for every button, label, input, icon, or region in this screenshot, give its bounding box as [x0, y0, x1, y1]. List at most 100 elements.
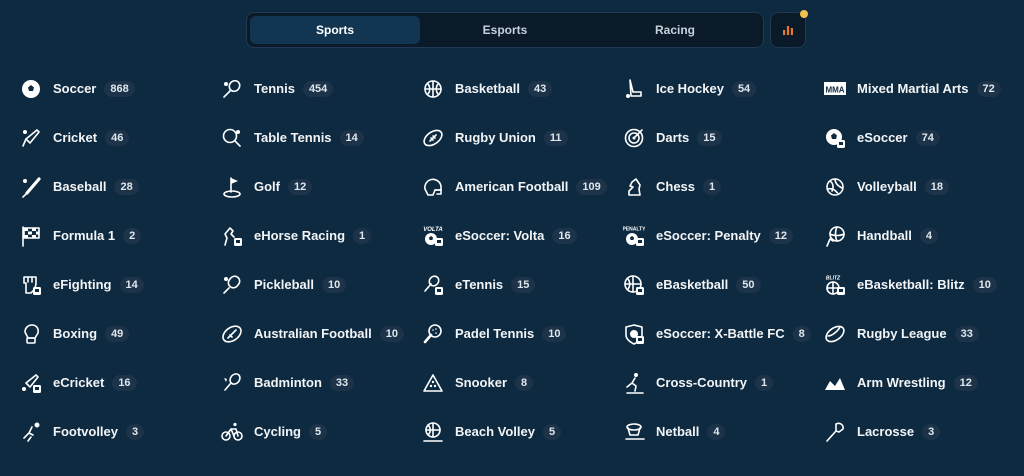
sport-item[interactable]: PENALTY eSoccer: Penalty 12 [623, 211, 824, 260]
sport-item[interactable]: Padel Tennis 10 [422, 309, 623, 358]
stats-button[interactable] [770, 10, 808, 48]
event-count-badge: 868 [104, 80, 135, 97]
boxing-glove-icon [20, 323, 42, 345]
svg-text:PENALTY: PENALTY [623, 226, 645, 232]
sport-item[interactable]: MMA Mixed Martial Arts 72 [824, 64, 1024, 113]
event-count-badge: 2 [123, 227, 142, 244]
sport-item[interactable]: Volleyball 18 [824, 162, 1024, 211]
sport-item[interactable]: Netball 4 [623, 407, 824, 456]
event-count-badge: 109 [576, 178, 607, 195]
padel-racket-icon [422, 323, 444, 345]
sport-name: Snooker [455, 375, 508, 390]
sport-item[interactable]: American Football 109 [422, 162, 623, 211]
event-count-badge: 3 [922, 423, 941, 440]
event-count-badge: 454 [302, 80, 334, 97]
tab-sports[interactable]: Sports [250, 16, 420, 44]
sport-item[interactable]: eBasketball 50 [623, 260, 824, 309]
sport-item[interactable]: eCricket 16 [20, 358, 221, 407]
sport-item[interactable]: Basketball 43 [422, 64, 623, 113]
sport-name: Soccer [53, 81, 97, 96]
sport-item[interactable]: Golf 12 [221, 162, 422, 211]
event-count-badge: 50 [736, 276, 761, 293]
sport-item[interactable]: eSoccer: X-Battle FC 8 [623, 309, 824, 358]
sport-name: Tennis [254, 81, 295, 96]
cricket-bat-icon [20, 127, 42, 149]
sport-name: Lacrosse [857, 424, 915, 439]
sport-item[interactable]: Rugby League 33 [824, 309, 1024, 358]
event-count-badge: 10 [321, 276, 347, 293]
sport-item[interactable]: eSoccer 74 [824, 113, 1024, 162]
ehorse-racing-icon [221, 225, 243, 247]
event-count-badge: 12 [953, 374, 978, 391]
event-count-badge: 18 [924, 178, 949, 195]
sport-name: eHorse Racing [254, 228, 346, 243]
sport-item[interactable]: Boxing 49 [20, 309, 221, 358]
sport-name: Boxing [53, 326, 98, 341]
sport-item[interactable]: eFighting 14 [20, 260, 221, 309]
ebasketball-blitz-icon: BLITZ [824, 274, 846, 296]
cross-country-skier-icon [623, 372, 645, 394]
sport-item[interactable]: Snooker 8 [422, 358, 623, 407]
sport-item[interactable]: Baseball 28 [20, 162, 221, 211]
sport-item[interactable]: VOLTA eSoccer: Volta 16 [422, 211, 623, 260]
event-count-badge: 4 [919, 227, 939, 244]
sport-item[interactable]: eHorse Racing 1 [221, 211, 422, 260]
sports-grid: Soccer 868 Tennis 454 Basketball 43 Ice Hockey… [20, 64, 1024, 456]
sport-item[interactable]: Cross-Country 1 [623, 358, 824, 407]
sport-name: Table Tennis [254, 130, 332, 145]
sport-name: Ice Hockey [656, 81, 724, 96]
event-count-badge: 72 [976, 80, 1001, 97]
sport-name: eSoccer: Volta [455, 228, 545, 243]
sport-item[interactable]: Beach Volley 5 [422, 407, 623, 456]
sport-item[interactable]: Arm Wrestling 12 [824, 358, 1024, 407]
sport-name: Cross-Country [656, 375, 748, 390]
event-count-badge: 49 [105, 325, 130, 342]
sport-item[interactable]: eTennis 15 [422, 260, 623, 309]
esoccer-icon [824, 127, 846, 149]
event-count-badge: 1 [703, 178, 722, 195]
sport-item[interactable]: Ice Hockey 54 [623, 64, 824, 113]
bicycle-icon [221, 421, 243, 443]
sport-item[interactable]: Australian Football 10 [221, 309, 422, 358]
sport-item[interactable]: Cycling 5 [221, 407, 422, 456]
sport-item[interactable]: Formula 1 2 [20, 211, 221, 260]
sport-item[interactable]: Table Tennis 14 [221, 113, 422, 162]
svg-text:VOLTA: VOLTA [423, 227, 442, 233]
etennis-icon [422, 274, 444, 296]
sport-item[interactable]: Darts 15 [623, 113, 824, 162]
sport-name: Cricket [53, 130, 98, 145]
baseball-bat-icon [20, 176, 42, 198]
sport-item[interactable]: Pickleball 10 [221, 260, 422, 309]
pickleball-paddle-icon [221, 274, 243, 296]
tab-racing[interactable]: Racing [590, 16, 760, 44]
event-count-badge: 11 [543, 129, 568, 146]
sport-item[interactable]: Lacrosse 3 [824, 407, 1024, 456]
sport-item[interactable]: Badminton 33 [221, 358, 422, 407]
sport-item[interactable]: Soccer 868 [20, 64, 221, 113]
sport-item[interactable]: BLITZ eBasketball: Blitz 10 [824, 260, 1024, 309]
event-count-badge: 8 [792, 325, 811, 342]
sport-name: Beach Volley [455, 424, 535, 439]
event-count-badge: 15 [697, 129, 722, 146]
event-count-badge: 33 [954, 325, 979, 342]
sport-item[interactable]: Footvolley 3 [20, 407, 221, 456]
sport-name: Golf [254, 179, 280, 194]
efighting-glove-icon [20, 274, 42, 296]
beach-volley-icon [422, 421, 444, 443]
sport-item[interactable]: Rugby Union 11 [422, 113, 623, 162]
sport-item[interactable]: Tennis 454 [221, 64, 422, 113]
event-count-badge: 46 [105, 129, 130, 146]
tab-esports[interactable]: Esports [420, 16, 590, 44]
sport-name: Rugby League [857, 326, 947, 341]
svg-text:MMA: MMA [825, 85, 844, 94]
event-count-badge: 12 [768, 227, 794, 244]
badminton-racket-icon [221, 372, 243, 394]
football-helmet-icon [422, 176, 444, 198]
netball-icon [623, 421, 645, 443]
sport-item[interactable]: Cricket 46 [20, 113, 221, 162]
sport-item[interactable]: Chess 1 [623, 162, 824, 211]
sport-item[interactable]: Handball 4 [824, 211, 1024, 260]
sport-name: eSoccer [857, 130, 908, 145]
esoccer-volta-icon: VOLTA [422, 225, 444, 247]
event-count-badge: 1 [755, 374, 774, 391]
